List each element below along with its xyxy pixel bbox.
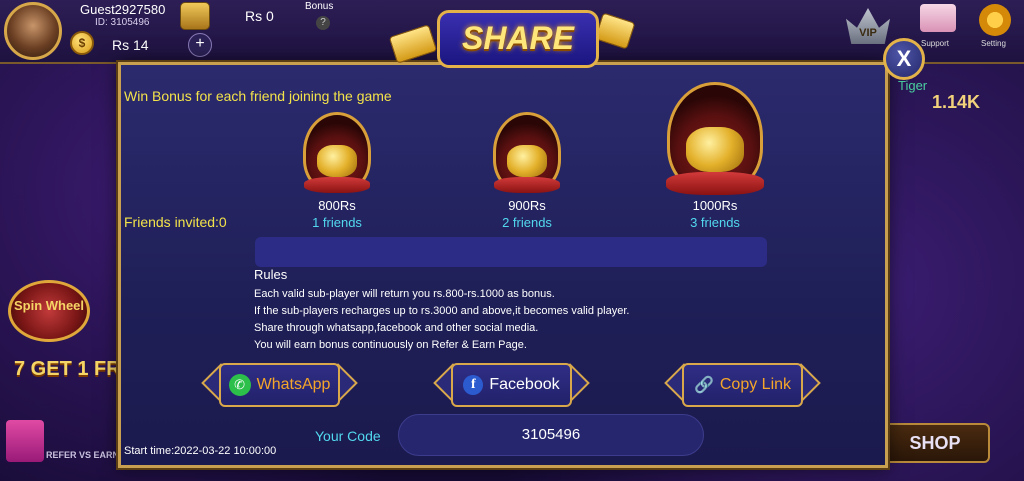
bonus-balance: Rs 0: [245, 8, 274, 24]
facebook-button[interactable]: f Facebook: [433, 363, 590, 407]
rules-list: Each valid sub-player will return you rs…: [254, 286, 629, 354]
reward-amount: 900Rs: [508, 198, 546, 213]
reward-tier-2: 900Rs 2 friends: [467, 112, 587, 230]
close-button[interactable]: X: [883, 38, 925, 80]
coin-pot-icon: [303, 112, 371, 194]
friends-invited: Friends invited:0: [124, 214, 227, 230]
reward-amount: 1000Rs: [692, 198, 738, 213]
reward-friends: 2 friends: [502, 215, 552, 230]
share-title: SHARE: [461, 20, 574, 56]
bonus-help-icon[interactable]: ?: [316, 16, 330, 30]
reward-amount: 800Rs: [318, 198, 356, 213]
start-time: Start time:2022-03-22 10:00:00: [124, 445, 277, 457]
avatar[interactable]: [4, 2, 62, 60]
reward-tier-3: 1000Rs 3 friends: [655, 82, 775, 230]
bonus-label: Bonus: [305, 1, 334, 12]
whatsapp-button[interactable]: ✆ WhatsApp: [201, 363, 358, 407]
facebook-label: Facebook: [489, 376, 560, 393]
wallet-icon[interactable]: [180, 2, 210, 30]
shop-button[interactable]: SHOP: [880, 423, 990, 463]
coin-icon: $: [70, 31, 94, 55]
gift-icon[interactable]: [6, 420, 44, 462]
copy-link-button[interactable]: 🔗 Copy Link: [664, 363, 821, 407]
tiger-game-label: Tiger: [898, 78, 928, 93]
setting-icon[interactable]: [979, 4, 1011, 36]
add-balance-button[interactable]: +: [188, 33, 212, 57]
rule-item: Share through whatsapp,facebook and othe…: [254, 322, 539, 334]
guest-name: Guest2927580: [80, 2, 166, 17]
coin-pot-icon: [666, 82, 764, 196]
facebook-icon: f: [463, 375, 484, 395]
balance-amount: Rs 14: [112, 37, 149, 53]
whatsapp-icon: ✆: [228, 374, 251, 396]
rules-title: Rules: [254, 267, 288, 282]
invite-progress-bar: [255, 237, 767, 267]
support-label: Support: [921, 39, 950, 48]
reward-friends: 3 friends: [690, 215, 740, 230]
referral-code-field[interactable]: 3105496: [398, 414, 704, 456]
refer-earn-label[interactable]: REFER VS EARN: [46, 450, 119, 460]
spin-wheel-button[interactable]: Spin Wheel: [8, 280, 90, 342]
setting-label: Setting: [981, 39, 1006, 48]
whatsapp-label: WhatsApp: [256, 376, 331, 393]
copy-link-label: Copy Link: [719, 376, 792, 393]
rule-item: If the sub-players recharges up to rs.30…: [254, 305, 630, 317]
reward-friends: 1 friends: [312, 215, 362, 230]
coin-pot-icon: [493, 112, 561, 194]
share-title-banner: SHARE: [437, 10, 599, 68]
win-bonus-text: Win Bonus for each friend joining the ga…: [124, 88, 392, 104]
rule-item: You will earn bonus continuously on Refe…: [254, 339, 527, 351]
your-code-label: Your Code: [315, 428, 381, 444]
link-icon: 🔗: [693, 377, 714, 394]
tiger-amount: 1.14K: [932, 92, 981, 112]
rule-item: Each valid sub-player will return you rs…: [254, 288, 555, 300]
reward-tier-1: 800Rs 1 friends: [277, 112, 397, 230]
guest-id: ID: 3105496: [95, 17, 150, 28]
support-icon[interactable]: [920, 4, 956, 32]
